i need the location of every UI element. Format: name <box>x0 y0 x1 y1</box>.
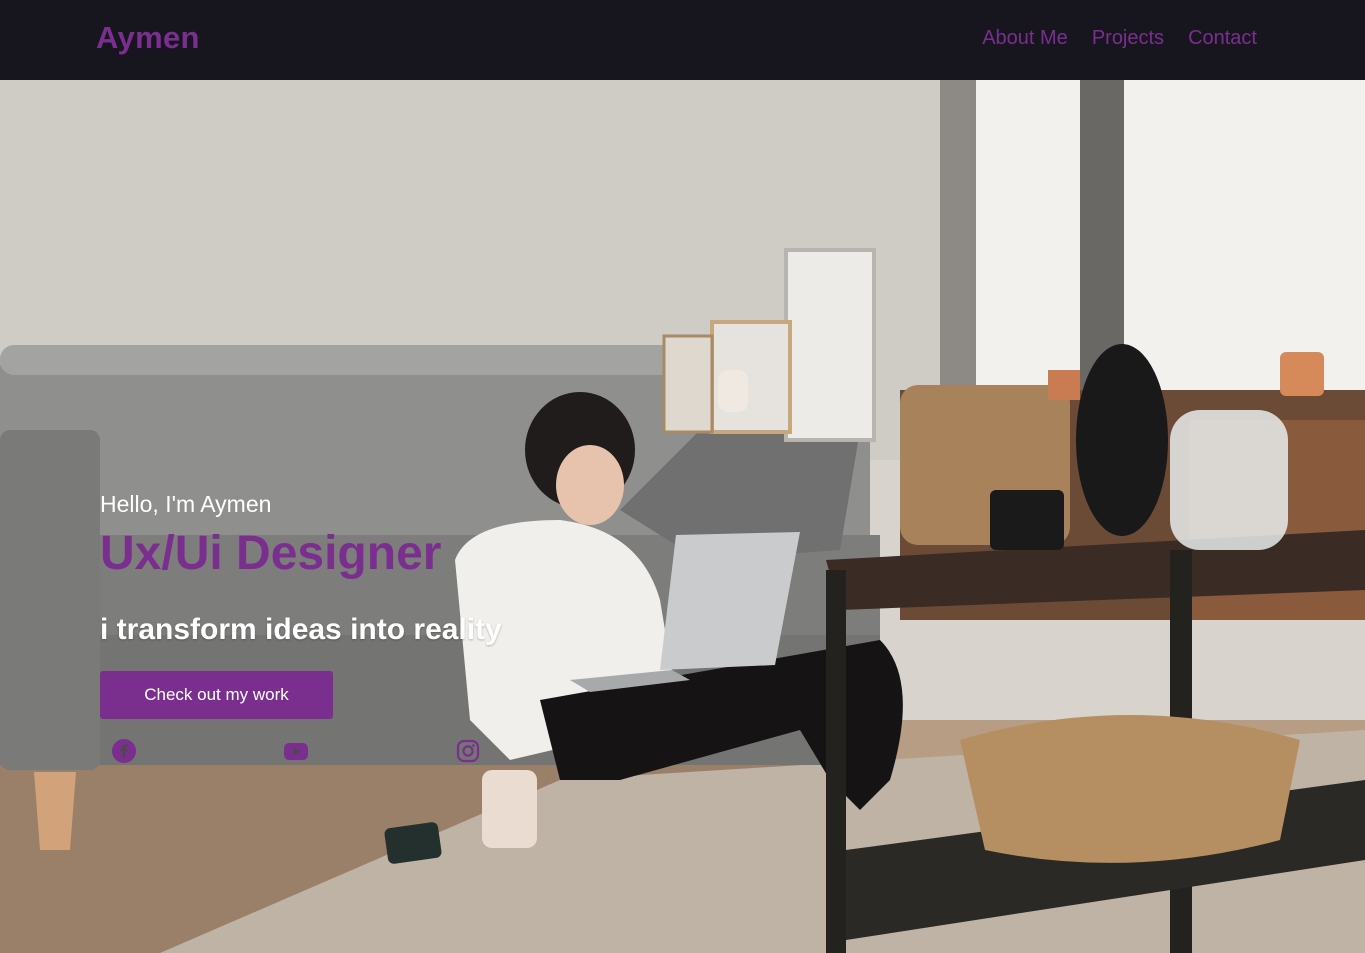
navbar: Aymen About Me Projects Contact <box>0 0 1365 80</box>
facebook-icon[interactable] <box>111 738 137 764</box>
instagram-icon[interactable] <box>455 738 481 764</box>
nav-link-about[interactable]: About Me <box>982 27 1068 50</box>
nav-link-contact[interactable]: Contact <box>1188 27 1257 50</box>
brand-logo[interactable]: Aymen <box>96 20 200 56</box>
check-out-work-button[interactable]: Check out my work <box>100 671 333 719</box>
hero-greeting: Hello, I'm Aymen <box>100 491 272 517</box>
nav-links: About Me Projects Contact <box>982 27 1257 50</box>
hero-section: Hello, I'm Aymen Ux/Ui Designer i transf… <box>0 80 1365 953</box>
hero-tagline: i transform ideas into reality <box>100 613 502 646</box>
youtube-icon[interactable] <box>283 738 309 764</box>
hero-role-title: Ux/Ui Designer <box>100 527 442 580</box>
nav-link-projects[interactable]: Projects <box>1092 27 1164 50</box>
